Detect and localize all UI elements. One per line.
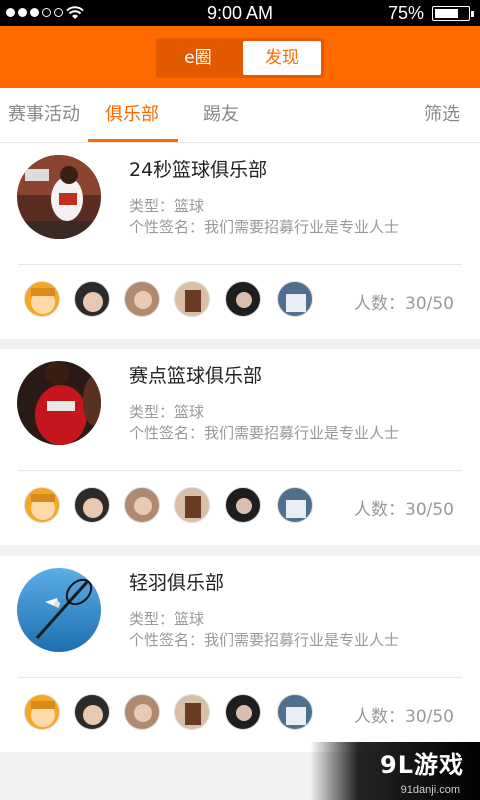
club-signature: 个性签名：我们需要招募行业是专业人士 (129, 631, 400, 649)
member-avatar[interactable] (174, 694, 210, 730)
club-name: 赛点篮球俱乐部 (129, 365, 263, 387)
club-avatar (17, 361, 101, 445)
member-avatar[interactable] (225, 487, 261, 523)
tab-events[interactable]: 赛事活动 (8, 88, 80, 142)
club-type: 类型：篮球 (129, 197, 205, 215)
member-avatar[interactable] (277, 281, 313, 317)
segment-switcher: e圈 发现 (156, 38, 324, 78)
watermark-url: 91danji.com (400, 784, 460, 796)
watermark: 9L游戏 91danji.com (310, 742, 480, 800)
tab-players[interactable]: 踢友 (203, 88, 239, 142)
member-avatar[interactable] (277, 487, 313, 523)
battery-percent: 75% (387, 3, 424, 23)
club-avatar (17, 155, 101, 239)
active-tab-indicator (88, 139, 178, 142)
member-avatar[interactable] (124, 487, 160, 523)
member-avatar[interactable] (24, 281, 60, 317)
member-avatar[interactable] (124, 281, 160, 317)
member-count: 人数：30/50 (354, 500, 454, 520)
member-avatar[interactable] (277, 694, 313, 730)
club-signature: 个性签名：我们需要招募行业是专业人士 (129, 218, 400, 236)
filter-button[interactable]: 筛选 (424, 88, 460, 142)
segment-e-circle[interactable]: e圈 (159, 41, 237, 75)
member-avatar[interactable] (225, 281, 261, 317)
status-bar: 9:00 AM 75% (0, 0, 480, 26)
watermark-logo: 9L游戏 (380, 751, 464, 779)
club-card[interactable]: 24秒篮球俱乐部 类型：篮球 个性签名：我们需要招募行业是专业人士 人数：30/… (0, 143, 480, 339)
member-avatar[interactable] (124, 694, 160, 730)
member-count: 人数：30/50 (354, 707, 454, 727)
member-avatar[interactable] (225, 694, 261, 730)
member-avatar[interactable] (174, 487, 210, 523)
member-avatar[interactable] (74, 281, 110, 317)
member-avatar[interactable] (174, 281, 210, 317)
club-card[interactable]: 赛点篮球俱乐部 类型：篮球 个性签名：我们需要招募行业是专业人士 人数：30/5… (0, 349, 480, 545)
member-avatar[interactable] (24, 487, 60, 523)
club-avatar (17, 568, 101, 652)
app-header: e圈 发现 (0, 26, 480, 88)
club-signature: 个性签名：我们需要招募行业是专业人士 (129, 424, 400, 442)
battery-icon (432, 6, 474, 21)
segment-discover[interactable]: 发现 (243, 41, 321, 75)
club-type: 类型：篮球 (129, 610, 205, 628)
club-name: 轻羽俱乐部 (129, 572, 225, 594)
tab-clubs[interactable]: 俱乐部 (105, 88, 159, 142)
club-name: 24秒篮球俱乐部 (129, 159, 268, 181)
club-type: 类型：篮球 (129, 403, 205, 421)
divider (18, 470, 462, 471)
member-avatar[interactable] (24, 694, 60, 730)
member-count: 人数：30/50 (354, 294, 454, 314)
member-avatar[interactable] (74, 487, 110, 523)
category-tabs: 赛事活动 俱乐部 踢友 筛选 (0, 88, 480, 143)
member-avatar[interactable] (74, 694, 110, 730)
divider (18, 677, 462, 678)
club-card[interactable]: 轻羽俱乐部 类型：篮球 个性签名：我们需要招募行业是专业人士 人数：30/50 (0, 556, 480, 752)
divider (18, 264, 462, 265)
